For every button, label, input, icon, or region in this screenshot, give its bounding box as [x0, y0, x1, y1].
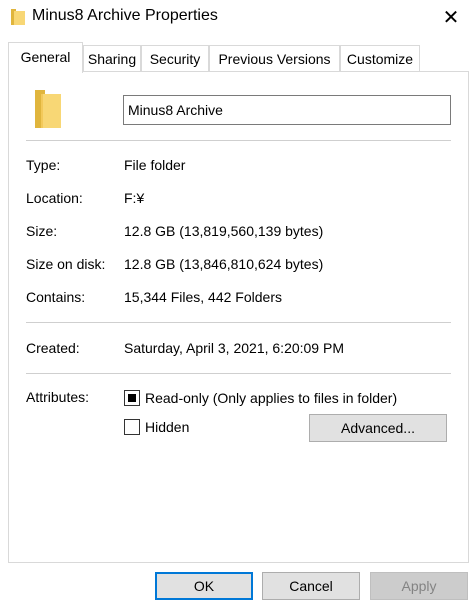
size-label: Size:: [26, 223, 58, 239]
advanced-button[interactable]: Advanced...: [309, 414, 447, 442]
contains-label: Contains:: [26, 289, 86, 305]
folder-large-icon: [35, 90, 61, 128]
type-label: Type:: [26, 157, 61, 173]
size-on-disk-value: 12.8 GB (13,846,810,624 bytes): [124, 256, 324, 272]
title-bar: Minus8 Archive Properties ✕: [0, 0, 474, 35]
tab-strip: General Sharing Security Previous Versio…: [8, 42, 468, 73]
size-value: 12.8 GB (13,819,560,139 bytes): [124, 223, 324, 239]
cancel-button[interactable]: Cancel: [262, 572, 360, 600]
separator: [26, 322, 451, 323]
hidden-checkbox[interactable]: [124, 419, 140, 435]
contains-value: 15,344 Files, 442 Folders: [124, 289, 282, 305]
size-on-disk-label: Size on disk:: [26, 256, 106, 272]
separator: [26, 373, 451, 374]
tab-customize[interactable]: Customize: [340, 45, 420, 72]
tab-general[interactable]: General: [8, 42, 83, 73]
tab-sharing[interactable]: Sharing: [83, 45, 141, 72]
ok-button[interactable]: OK: [155, 572, 253, 600]
hidden-label[interactable]: Hidden: [145, 419, 189, 435]
folder-name-input[interactable]: [123, 95, 451, 125]
indeterminate-mark: [128, 394, 136, 402]
readonly-label[interactable]: Read-only (Only applies to files in fold…: [145, 390, 397, 406]
created-label: Created:: [26, 340, 80, 356]
window-title: Minus8 Archive Properties: [32, 7, 218, 24]
created-value: Saturday, April 3, 2021, 6:20:09 PM: [124, 340, 344, 356]
location-label: Location:: [26, 190, 83, 206]
location-value: F:¥: [124, 190, 145, 206]
dialog-button-bar: OK Cancel Apply: [0, 563, 474, 607]
type-value: File folder: [124, 157, 186, 173]
readonly-checkbox[interactable]: [124, 390, 140, 406]
tab-security[interactable]: Security: [141, 45, 209, 72]
apply-button[interactable]: Apply: [370, 572, 468, 600]
separator: [26, 140, 451, 141]
close-icon: ✕: [442, 7, 460, 29]
general-panel: Type: File folder Location: F:¥ Size: 12…: [8, 71, 469, 563]
tab-previous-versions[interactable]: Previous Versions: [209, 45, 340, 72]
attributes-label: Attributes:: [26, 389, 90, 405]
close-button[interactable]: ✕: [428, 0, 474, 35]
folder-icon: [11, 9, 25, 25]
